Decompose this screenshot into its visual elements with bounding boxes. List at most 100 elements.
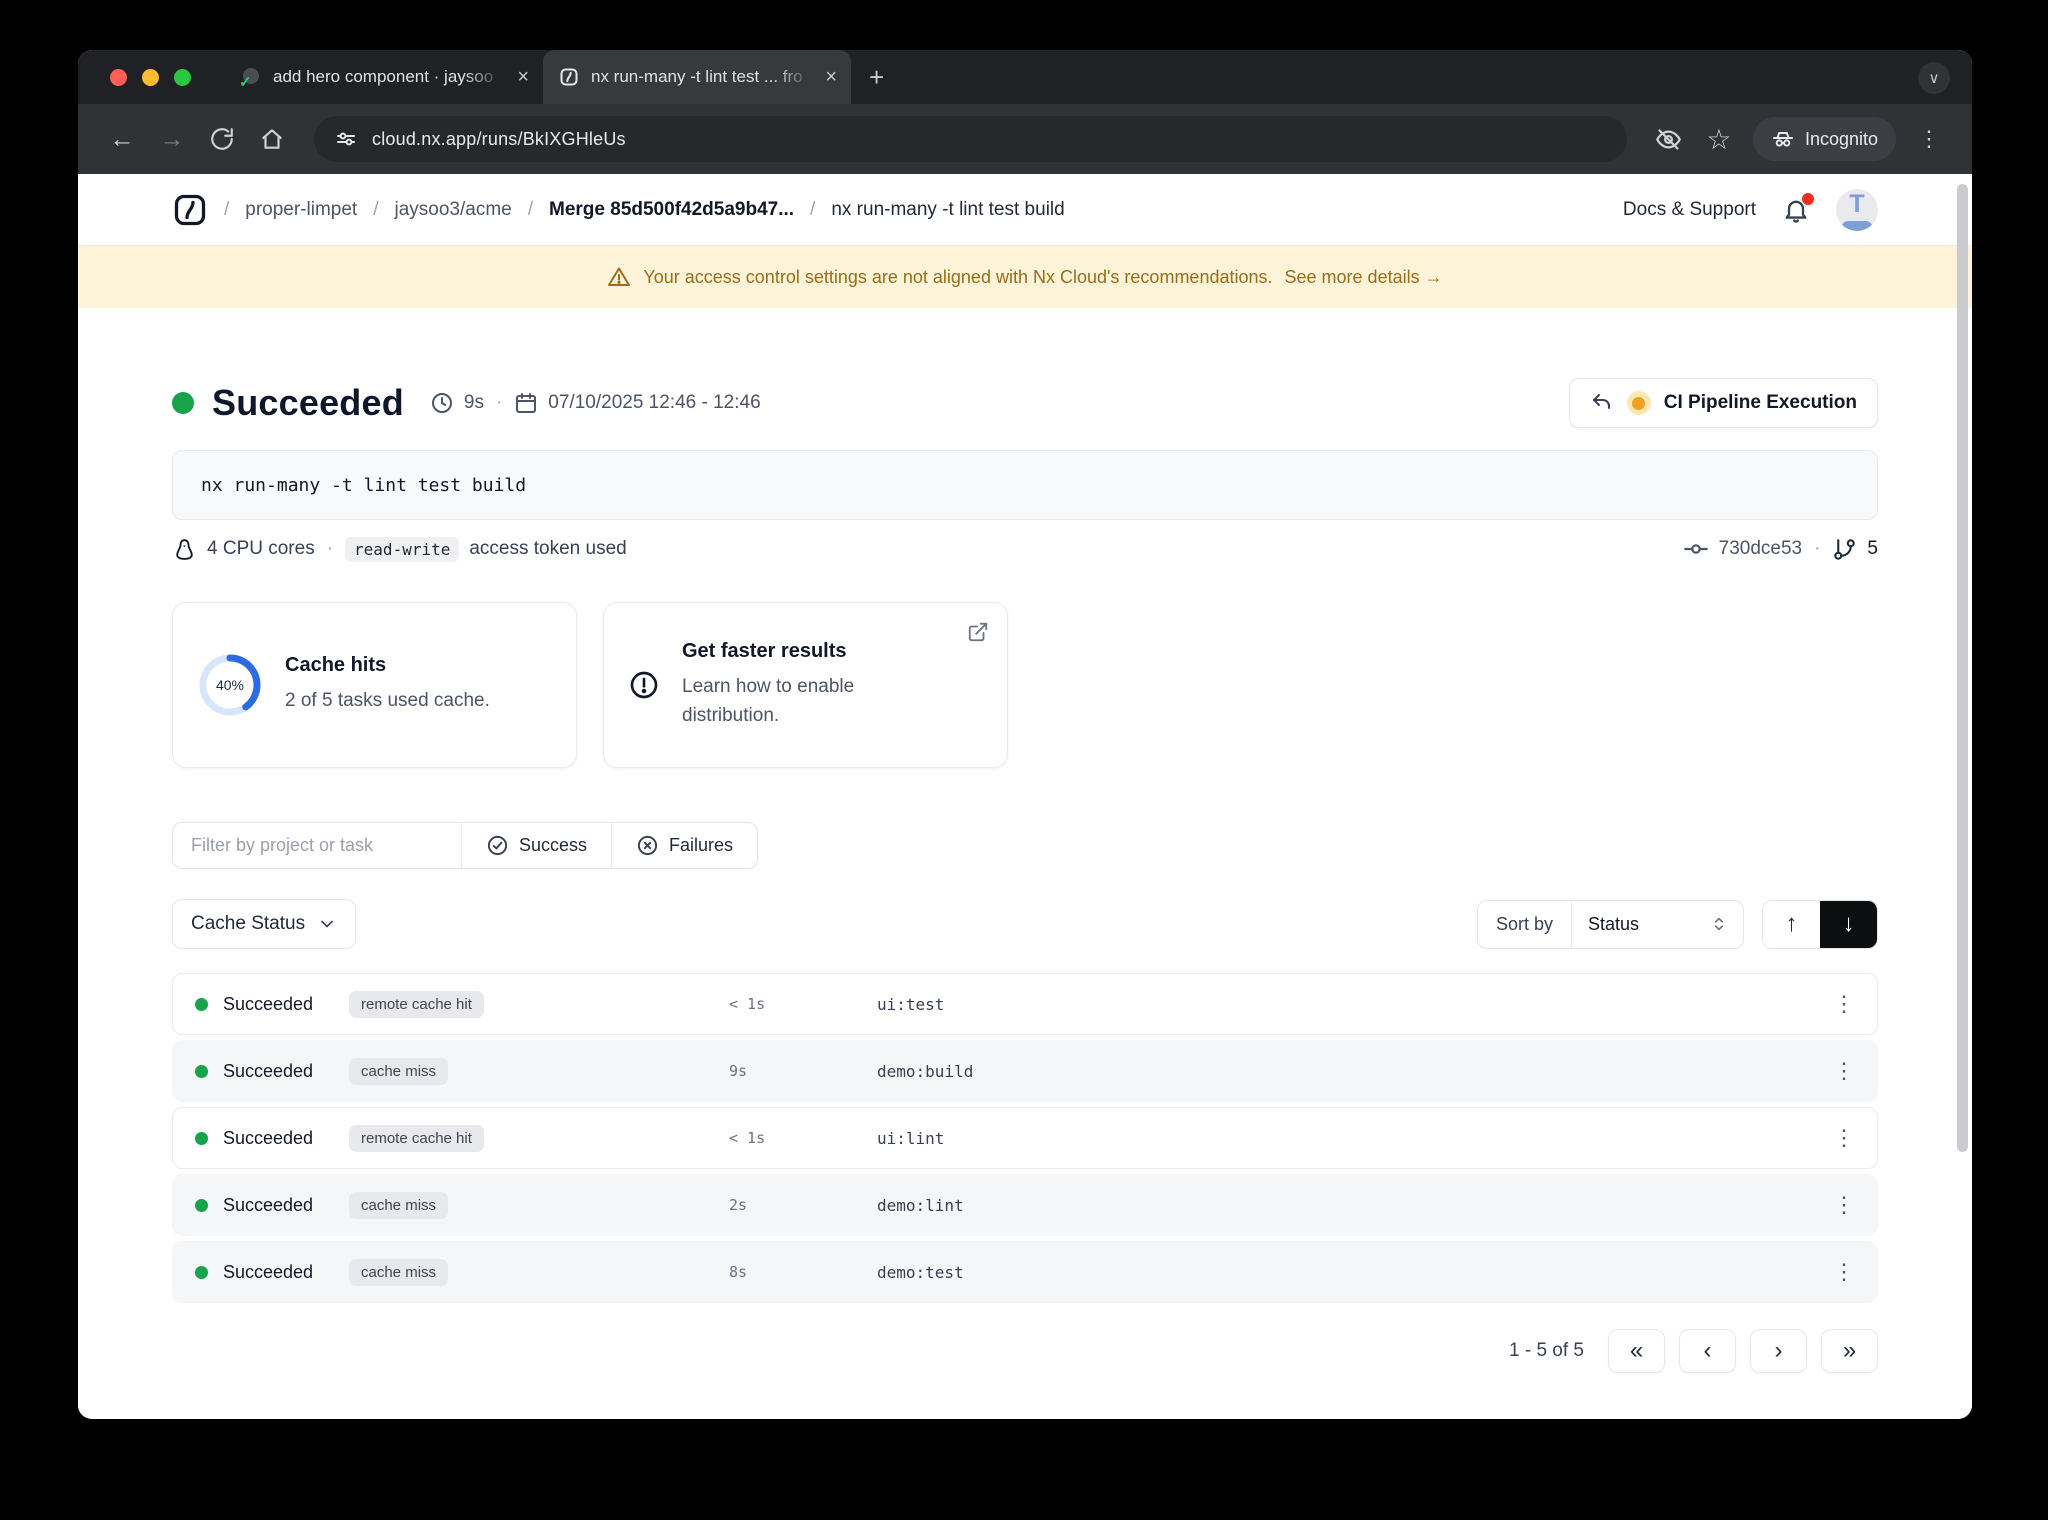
row-menu-button[interactable]: ⋮ bbox=[1833, 1259, 1855, 1285]
breadcrumb-separator: / bbox=[224, 198, 230, 220]
access-control-banner: Your access control settings are not ali… bbox=[78, 246, 1972, 308]
scrollbar[interactable] bbox=[1957, 184, 1968, 1152]
row-task[interactable]: demo:build bbox=[877, 1062, 1807, 1081]
row-task[interactable]: ui:test bbox=[877, 995, 1807, 1014]
success-filter-button[interactable]: Success bbox=[461, 823, 611, 868]
first-page-button[interactable]: « bbox=[1608, 1329, 1665, 1373]
table-row[interactable]: Succeeded cache miss 9s demo:build ⋮ bbox=[172, 1040, 1878, 1102]
breadcrumb-workspace[interactable]: proper-limpet bbox=[245, 199, 357, 221]
eye-off-icon[interactable] bbox=[1647, 117, 1691, 161]
site-settings-icon[interactable] bbox=[334, 127, 358, 151]
sort-by-label: Sort by bbox=[1495, 913, 1553, 934]
commit-icon bbox=[1683, 544, 1708, 554]
address-bar[interactable]: cloud.nx.app/runs/BkIXGHleUs bbox=[314, 116, 1627, 162]
row-duration: 8s bbox=[729, 1263, 748, 1281]
breadcrumb-merge[interactable]: Merge 85d500f42d5a9b47... bbox=[549, 199, 794, 221]
row-task[interactable]: demo:test bbox=[877, 1263, 1807, 1282]
table-row[interactable]: Succeeded cache miss 2s demo:lint ⋮ bbox=[172, 1174, 1878, 1236]
sort-value: Status bbox=[1588, 913, 1640, 934]
dot-separator: · bbox=[495, 392, 503, 413]
cache-badge: remote cache hit bbox=[349, 1124, 484, 1152]
row-menu-button[interactable]: ⋮ bbox=[1833, 1058, 1855, 1084]
sort-descending-button[interactable]: ↓ bbox=[1820, 900, 1877, 948]
new-tab-button[interactable]: + bbox=[869, 62, 884, 93]
cache-badge: cache miss bbox=[349, 1258, 449, 1286]
breadcrumb-separator: / bbox=[527, 198, 534, 220]
chevrons-up-down-icon bbox=[1714, 917, 1724, 931]
cache-percent-label: 40% bbox=[215, 677, 245, 693]
cache-status-dropdown[interactable]: Cache Status bbox=[172, 899, 357, 949]
close-icon[interactable]: × bbox=[825, 66, 837, 89]
user-avatar[interactable]: T bbox=[1836, 188, 1878, 231]
sort-direction-toggle: ↑ ↓ bbox=[1762, 899, 1878, 949]
tab-nx-run[interactable]: nx run-many -t lint test ... fro × bbox=[543, 50, 851, 104]
docs-support-link[interactable]: Docs & Support bbox=[1623, 199, 1756, 221]
nx-logo-favicon bbox=[559, 67, 579, 87]
prev-page-button[interactable]: ‹ bbox=[1679, 1329, 1736, 1373]
reload-button[interactable] bbox=[200, 117, 244, 161]
home-button[interactable] bbox=[250, 117, 294, 161]
last-page-button[interactable]: » bbox=[1821, 1329, 1878, 1373]
row-duration: < 1s bbox=[729, 995, 766, 1013]
external-link-icon[interactable] bbox=[967, 621, 989, 643]
banner-link[interactable]: See more details → bbox=[1285, 267, 1443, 288]
success-dot bbox=[195, 1131, 208, 1145]
pr-check-favicon: ✓ bbox=[239, 67, 261, 91]
table-row[interactable]: Succeeded remote cache hit < 1s ui:test … bbox=[172, 973, 1878, 1035]
sort-ascending-button[interactable]: ↑ bbox=[1763, 900, 1820, 948]
row-menu-button[interactable]: ⋮ bbox=[1833, 1125, 1855, 1151]
forward-button[interactable]: → bbox=[150, 117, 194, 161]
clock-icon bbox=[431, 393, 452, 413]
tab-title: nx run-many -t lint test ... fro bbox=[591, 67, 803, 86]
row-status: Succeeded bbox=[223, 1261, 314, 1282]
filter-bar: Success Failures bbox=[172, 822, 759, 869]
commit-sha[interactable]: 730dce53 bbox=[1719, 538, 1802, 560]
row-duration: 2s bbox=[729, 1196, 748, 1214]
close-window-button[interactable] bbox=[110, 68, 127, 86]
failures-filter-button[interactable]: Failures bbox=[611, 823, 757, 868]
cache-hits-card[interactable]: 40% Cache hits 2 of 5 tasks used cache. bbox=[172, 602, 577, 768]
maximize-window-button[interactable] bbox=[174, 68, 191, 86]
sort-group: Sort by Status bbox=[1476, 899, 1744, 949]
linux-penguin-icon bbox=[176, 538, 193, 560]
pipeline-status-dot bbox=[1626, 391, 1651, 415]
tab-search-button[interactable]: ∨ bbox=[1918, 62, 1950, 94]
table-row[interactable]: Succeeded remote cache hit < 1s ui:lint … bbox=[172, 1107, 1878, 1169]
run-dates: 07/10/2025 12:46 - 12:46 bbox=[548, 392, 761, 413]
run-command-box: nx run-many -t lint test build bbox=[172, 450, 1878, 520]
run-meta-row: 4 CPU cores · read-write access token us… bbox=[172, 536, 1878, 562]
breadcrumb-repo[interactable]: jaysoo3/acme bbox=[395, 199, 512, 221]
page-content: / proper-limpet / jaysoo3/acme / Merge 8… bbox=[78, 174, 1972, 1419]
row-task[interactable]: ui:lint bbox=[877, 1129, 1807, 1148]
notifications-bell-icon[interactable] bbox=[1782, 192, 1814, 224]
table-row[interactable]: Succeeded cache miss 8s demo:test ⋮ bbox=[172, 1241, 1878, 1303]
cache-badge: cache miss bbox=[349, 1057, 449, 1085]
cpu-cores: 4 CPU cores bbox=[207, 538, 315, 559]
traffic-lights bbox=[110, 68, 191, 86]
pagination: 1 - 5 of 5 « ‹ › » bbox=[172, 1329, 1878, 1373]
row-task[interactable]: demo:lint bbox=[877, 1196, 1807, 1215]
incognito-icon bbox=[1772, 132, 1793, 147]
bookmark-star-icon[interactable]: ☆ bbox=[1697, 117, 1741, 161]
row-duration: 9s bbox=[729, 1062, 748, 1080]
tab-github-pr[interactable]: ✓ add hero component · jaysoo × bbox=[225, 50, 543, 104]
minimize-window-button[interactable] bbox=[142, 68, 159, 86]
row-status: Succeeded bbox=[223, 1127, 314, 1148]
row-menu-button[interactable]: ⋮ bbox=[1833, 1192, 1855, 1218]
back-button[interactable]: ← bbox=[100, 117, 144, 161]
nx-logo-icon[interactable] bbox=[172, 192, 208, 228]
close-icon[interactable]: × bbox=[517, 66, 529, 89]
undo-arrow-icon bbox=[1592, 394, 1610, 409]
filter-input[interactable] bbox=[173, 823, 461, 868]
ci-pipeline-execution-button[interactable]: CI Pipeline Execution bbox=[1568, 378, 1878, 428]
card-body: Learn how to enable distribution. bbox=[682, 675, 855, 726]
chevron-down-icon bbox=[321, 920, 333, 928]
get-faster-results-card[interactable]: Get faster results Learn how to enable d… bbox=[603, 602, 1008, 768]
next-page-button[interactable]: › bbox=[1750, 1329, 1807, 1373]
row-menu-button[interactable]: ⋮ bbox=[1833, 991, 1855, 1017]
cache-status-label: Cache Status bbox=[191, 913, 306, 934]
sort-select[interactable]: Status bbox=[1571, 900, 1743, 948]
branch-count[interactable]: 5 bbox=[1867, 538, 1878, 560]
browser-menu-button[interactable]: ⋮ bbox=[1908, 126, 1950, 152]
url-text[interactable]: cloud.nx.app/runs/BkIXGHleUs bbox=[372, 129, 626, 150]
